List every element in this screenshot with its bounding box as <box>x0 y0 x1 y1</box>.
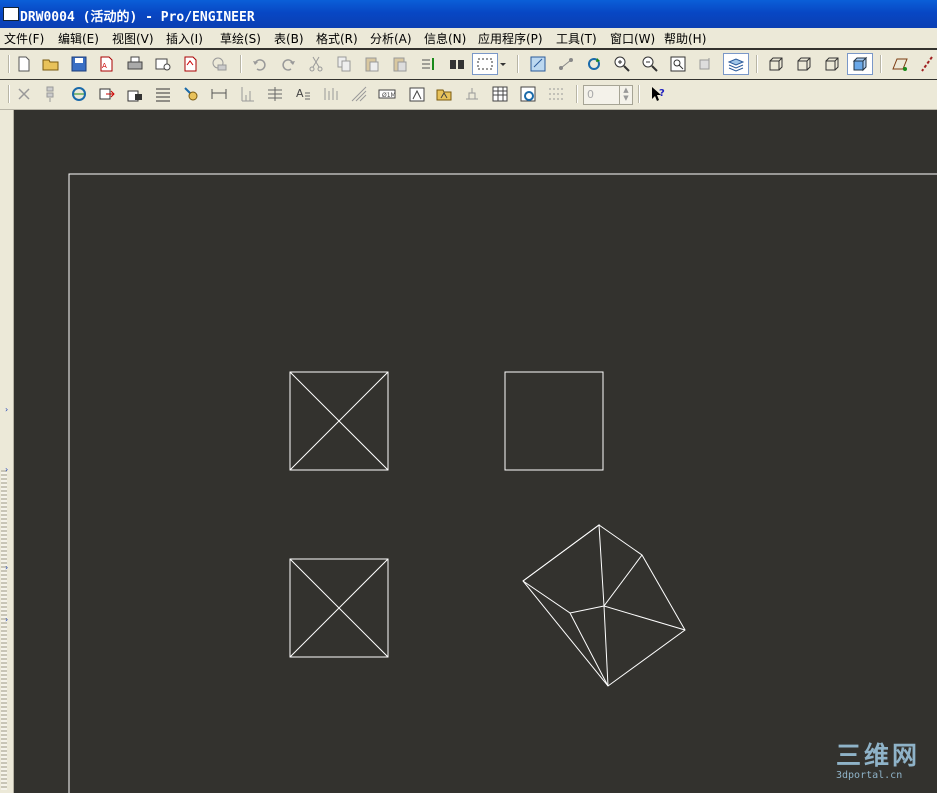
toolbar-separator <box>517 55 519 73</box>
app-icon[interactable] <box>3 7 19 21</box>
toolbar-separator <box>576 85 578 103</box>
menu-sketch[interactable]: 草绘(S) <box>220 30 261 47</box>
help-cursor-icon[interactable]: ? <box>648 84 668 104</box>
grid-icon[interactable] <box>546 84 566 104</box>
datum-axis-icon[interactable] <box>917 54 937 74</box>
surface-finish-icon[interactable] <box>349 84 369 104</box>
menu-table[interactable]: 表(B) <box>274 30 304 47</box>
geom-tol-icon[interactable]: Ø1M <box>377 84 397 104</box>
menu-format[interactable]: 格式(R) <box>316 30 358 47</box>
spinner-arrows-icon[interactable]: ▲ ▼ <box>619 86 632 104</box>
watermark-url: 3dportal.cn <box>836 770 903 781</box>
toolbar-separator <box>756 55 758 73</box>
left-sidebar: › › › › <box>0 110 14 793</box>
layers-icon[interactable] <box>723 53 749 75</box>
menu-info[interactable]: 信息(N) <box>424 30 466 47</box>
detail-toolbar: A Ø1M 0 ▲ ▼ ? <box>0 80 937 110</box>
canvas-background <box>14 110 937 793</box>
svg-text:?: ? <box>659 88 665 99</box>
undo-icon[interactable] <box>250 54 270 74</box>
zoom-out-icon[interactable] <box>640 54 660 74</box>
swap-icon[interactable] <box>69 84 89 104</box>
watermark-logo: 三维网 <box>836 741 921 770</box>
tolerance-icon[interactable] <box>321 84 341 104</box>
shading-icon[interactable] <box>847 53 873 75</box>
menu-applications[interactable]: 应用程序(P) <box>478 30 543 47</box>
delete-icon[interactable] <box>14 84 34 104</box>
chevron-right-icon[interactable]: › <box>5 465 8 474</box>
find-icon[interactable] <box>447 54 467 74</box>
orient-icon[interactable] <box>696 54 716 74</box>
chevron-right-icon[interactable]: › <box>5 615 8 624</box>
save-icon[interactable] <box>69 54 89 74</box>
print-icon[interactable] <box>125 54 145 74</box>
svg-text:Ø1M: Ø1M <box>382 92 396 99</box>
toolbar-separator <box>638 85 640 103</box>
show-annotation-icon[interactable] <box>181 84 201 104</box>
link-icon[interactable] <box>209 54 229 74</box>
menu-help[interactable]: 帮助(H) <box>664 30 706 47</box>
move-icon[interactable] <box>40 84 60 104</box>
toolbar-separator <box>880 55 882 73</box>
zoom-in-icon[interactable] <box>612 54 632 74</box>
hidden-line-icon[interactable] <box>794 54 814 74</box>
paste-special-icon[interactable] <box>390 54 410 74</box>
select-box-icon[interactable] <box>472 53 498 75</box>
select-dropdown-icon[interactable] <box>498 54 508 74</box>
sketch-edit-icon[interactable] <box>528 54 548 74</box>
spinner-value: 0 <box>587 88 594 101</box>
ordinate-icon[interactable] <box>237 84 257 104</box>
save-copy-icon[interactable]: A <box>97 54 117 74</box>
menu-bar: 文件(F) 编辑(E) 视图(V) 插入(I) 草绘(S) 表(B) 格式(R)… <box>0 28 937 48</box>
datum-plane-icon[interactable] <box>890 54 910 74</box>
new-icon[interactable] <box>14 54 34 74</box>
window-title: DRW0004 (活动的) - Pro/ENGINEER <box>20 10 255 25</box>
note-icon[interactable]: A <box>293 84 313 104</box>
title-bar[interactable]: DRW0004 (活动的) - Pro/ENGINEER <box>0 0 937 28</box>
symbol-icon[interactable] <box>462 84 482 104</box>
sketch-icon[interactable] <box>556 54 576 74</box>
main-toolbar: A <box>0 50 937 79</box>
menu-edit[interactable]: 编辑(E) <box>58 30 99 47</box>
menu-window[interactable]: 窗口(W) <box>610 30 655 47</box>
copy-icon[interactable] <box>334 54 354 74</box>
watermark: 三维网 3dportal.cn <box>836 741 931 782</box>
chevron-right-icon[interactable]: › <box>5 405 8 414</box>
svg-text:A: A <box>102 62 107 70</box>
menu-file[interactable]: 文件(F) <box>4 30 44 47</box>
svg-text:A: A <box>296 87 304 100</box>
menu-analysis[interactable]: 分析(A) <box>370 30 412 47</box>
send-pdf-icon[interactable] <box>181 54 201 74</box>
paste-icon[interactable] <box>362 54 382 74</box>
chevron-right-icon[interactable]: › <box>5 563 8 572</box>
no-hidden-icon[interactable] <box>822 54 842 74</box>
aligned-dim-icon[interactable] <box>265 84 285 104</box>
insert-table-icon[interactable] <box>490 84 510 104</box>
email-icon[interactable] <box>153 54 173 74</box>
datum-icon[interactable] <box>407 84 427 104</box>
toolbar-separator <box>240 55 242 73</box>
menu-insert[interactable]: 插入(I) <box>166 30 203 47</box>
repaint-icon[interactable] <box>584 54 604 74</box>
lock-icon[interactable] <box>125 84 145 104</box>
layer-value-spinner[interactable]: 0 ▲ ▼ <box>583 85 633 105</box>
menu-tools[interactable]: 工具(T) <box>556 30 597 47</box>
redo-icon[interactable] <box>278 54 298 74</box>
toolbar-separator <box>8 85 10 103</box>
balloon-icon[interactable] <box>434 84 454 104</box>
menu-view[interactable]: 视图(V) <box>112 30 154 47</box>
table-icon[interactable] <box>153 84 173 104</box>
cut-icon[interactable] <box>306 54 326 74</box>
repeat-region-icon[interactable] <box>518 84 538 104</box>
dimension-icon[interactable] <box>209 84 229 104</box>
drawing-canvas[interactable] <box>14 110 937 793</box>
wireframe-icon[interactable] <box>766 54 786 74</box>
align-icon[interactable] <box>97 84 117 104</box>
sidebar-sash[interactable] <box>1 470 7 790</box>
regenerate-icon[interactable] <box>418 54 438 74</box>
toolbar-separator <box>8 55 10 73</box>
refit-icon[interactable] <box>668 54 688 74</box>
open-icon[interactable] <box>41 54 61 74</box>
